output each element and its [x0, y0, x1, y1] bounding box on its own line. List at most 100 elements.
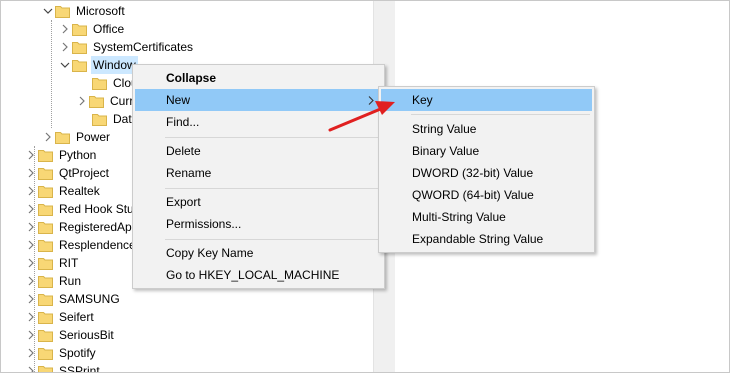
registry-editor-window: Microsoft Office SystemCertificates Wind…: [0, 0, 730, 373]
tree-node-microsoft[interactable]: Microsoft: [41, 2, 127, 20]
folder-icon: [38, 346, 53, 360]
chevron-right-icon[interactable]: [24, 326, 38, 344]
context-menu: Collapse New Find... Delete Rename Expor…: [132, 64, 385, 289]
tree-node-label: Realtek: [59, 184, 100, 198]
menu-item-goto-hklm[interactable]: Go to HKEY_LOCAL_MACHINE: [135, 264, 382, 286]
chevron-right-icon[interactable]: [24, 290, 38, 308]
chevron-right-icon[interactable]: [24, 146, 38, 164]
folder-icon: [55, 130, 70, 144]
chevron-down-icon[interactable]: [58, 56, 72, 74]
tree-node-current[interactable]: Curr: [75, 92, 135, 110]
folder-icon: [38, 166, 53, 180]
tree-node-label: Microsoft: [76, 4, 125, 18]
tree-node-ssprint[interactable]: SSPrint: [24, 362, 102, 372]
tree-node-label: Resplendence: [59, 238, 136, 252]
tree-node-label: Window: [91, 56, 138, 74]
tree-node-label: Python: [59, 148, 97, 162]
tree-node-python[interactable]: Python: [24, 146, 98, 164]
submenu-item-dword-value[interactable]: DWORD (32-bit) Value: [381, 162, 592, 184]
submenu-item-key[interactable]: Key: [381, 89, 592, 111]
folder-icon: [55, 4, 70, 18]
folder-icon: [38, 274, 53, 288]
folder-icon: [72, 22, 87, 36]
chevron-right-icon[interactable]: [75, 92, 89, 110]
folder-icon: [72, 58, 87, 72]
menu-item-new[interactable]: New: [135, 89, 382, 111]
chevron-right-icon[interactable]: [24, 218, 38, 236]
folder-icon: [38, 238, 53, 252]
menu-item-find[interactable]: Find...: [135, 111, 382, 133]
submenu-arrow-icon: [368, 89, 374, 111]
menu-item-rename[interactable]: Rename: [135, 162, 382, 184]
tree-node-systemcertificates[interactable]: SystemCertificates: [58, 38, 195, 56]
chevron-right-icon[interactable]: [24, 272, 38, 290]
folder-icon: [38, 202, 53, 216]
folder-icon: [38, 328, 53, 342]
folder-icon: [38, 148, 53, 162]
tree-node-power[interactable]: Power: [41, 128, 112, 146]
tree-node-run[interactable]: Run: [24, 272, 83, 290]
tree-node-red-hook-studios[interactable]: Red Hook Stu: [24, 200, 136, 218]
menu-item-export[interactable]: Export: [135, 191, 382, 213]
tree-node-label: Seifert: [59, 310, 94, 324]
chevron-right-icon[interactable]: [24, 182, 38, 200]
new-submenu: Key String Value Binary Value DWORD (32-…: [378, 86, 595, 253]
menu-item-copy-key-name[interactable]: Copy Key Name: [135, 242, 382, 264]
menu-separator: [165, 137, 380, 138]
tree-node-qtproject[interactable]: QtProject: [24, 164, 111, 182]
tree-node-label: SSPrint: [59, 364, 100, 372]
tree-node-label: RegisteredAp: [59, 220, 132, 234]
tree-node-resplendence[interactable]: Resplendence: [24, 236, 138, 254]
tree-node-rit[interactable]: RIT: [24, 254, 80, 272]
chevron-right-icon[interactable]: [41, 128, 55, 146]
tree-node-label: Run: [59, 274, 82, 288]
chevron-right-icon[interactable]: [24, 200, 38, 218]
chevron-right-icon[interactable]: [24, 254, 38, 272]
menu-separator: [165, 188, 380, 189]
menu-separator: [165, 239, 380, 240]
tree-node-label: Spotify: [59, 346, 96, 360]
folder-icon: [38, 220, 53, 234]
tree-node-samsung[interactable]: SAMSUNG: [24, 290, 122, 308]
tree-node-label: Office: [93, 22, 125, 36]
tree-node-label: Red Hook Stu: [59, 202, 134, 216]
folder-icon: [38, 256, 53, 270]
tree-node-label: SystemCertificates: [93, 40, 194, 54]
menu-item-collapse[interactable]: Collapse: [135, 67, 382, 89]
tree-node-realtek[interactable]: Realtek: [24, 182, 102, 200]
submenu-item-qword-value[interactable]: QWORD (64-bit) Value: [381, 184, 592, 206]
folder-icon: [38, 292, 53, 306]
folder-icon: [38, 310, 53, 324]
tree-node-spotify[interactable]: Spotify: [24, 344, 98, 362]
tree-node-seifert[interactable]: Seifert: [24, 308, 96, 326]
tree-node-seriousbit[interactable]: SeriousBit: [24, 326, 116, 344]
folder-icon: [38, 364, 53, 372]
chevron-right-icon[interactable]: [24, 236, 38, 254]
submenu-item-expandable-string-value[interactable]: Expandable String Value: [381, 228, 592, 250]
tree-node-windows[interactable]: Window: [58, 56, 138, 74]
folder-icon: [92, 112, 107, 126]
menu-item-permissions[interactable]: Permissions...: [135, 213, 382, 235]
menu-separator: [411, 114, 590, 115]
submenu-item-binary-value[interactable]: Binary Value: [381, 140, 592, 162]
tree-node-label: SAMSUNG: [59, 292, 120, 306]
menu-item-delete[interactable]: Delete: [135, 140, 382, 162]
chevron-right-icon[interactable]: [58, 38, 72, 56]
tree-node-office[interactable]: Office: [58, 20, 126, 38]
chevron-right-icon[interactable]: [24, 164, 38, 182]
submenu-item-multi-string-value[interactable]: Multi-String Value: [381, 206, 592, 228]
folder-icon: [72, 40, 87, 54]
tree-node-registeredapps[interactable]: RegisteredAp: [24, 218, 134, 236]
menu-item-label: New: [166, 93, 191, 107]
chevron-down-icon[interactable]: [41, 2, 55, 20]
tree-node-label: QtProject: [59, 166, 110, 180]
chevron-right-icon[interactable]: [58, 20, 72, 38]
tree-node-label: SeriousBit: [59, 328, 114, 342]
chevron-right-icon[interactable]: [24, 362, 38, 372]
tree-node-label: RIT: [59, 256, 79, 270]
chevron-right-icon[interactable]: [24, 344, 38, 362]
submenu-item-string-value[interactable]: String Value: [381, 118, 592, 140]
chevron-right-icon[interactable]: [24, 308, 38, 326]
folder-icon: [89, 94, 104, 108]
tree-node-label: Power: [76, 130, 111, 144]
